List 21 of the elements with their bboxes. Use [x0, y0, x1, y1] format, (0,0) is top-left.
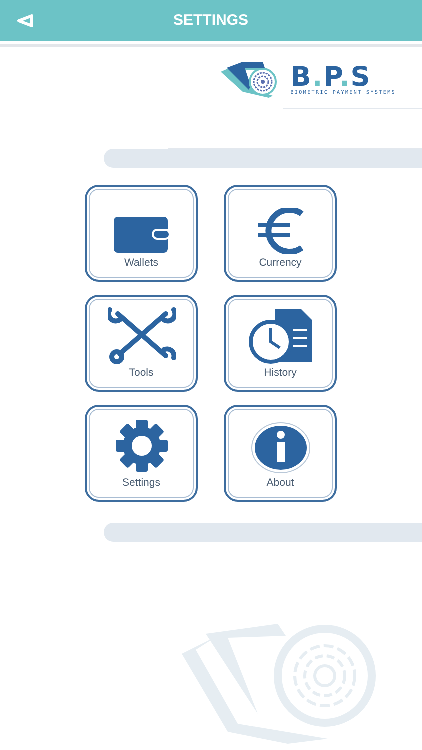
menu-tile[interactable]: Wallets — [85, 185, 198, 282]
info-icon — [250, 422, 310, 474]
gear-icon — [114, 418, 170, 474]
back-button[interactable] — [16, 14, 34, 28]
menu-tile[interactable]: Settings — [85, 405, 198, 502]
menu-tile[interactable]: About — [224, 405, 337, 502]
euro-icon — [256, 208, 306, 254]
tile-label: History — [264, 366, 297, 382]
menu-tile[interactable]: History — [224, 295, 337, 392]
tile-label: Currency — [259, 256, 302, 272]
tile-label: Wallets — [124, 256, 159, 272]
menu-tile[interactable]: Tools — [85, 295, 198, 392]
document-clock-icon — [248, 308, 312, 364]
tile-label: Settings — [122, 476, 160, 492]
wrenches-icon — [108, 306, 176, 364]
logo-text: B.P.S — [290, 64, 372, 91]
screen-title: SETTINGS — [173, 12, 248, 30]
tile-label: About — [266, 476, 294, 492]
tile-label: Tools — [129, 366, 154, 382]
wallet-icon — [112, 216, 170, 254]
menu-tile[interactable]: Currency — [224, 185, 337, 282]
